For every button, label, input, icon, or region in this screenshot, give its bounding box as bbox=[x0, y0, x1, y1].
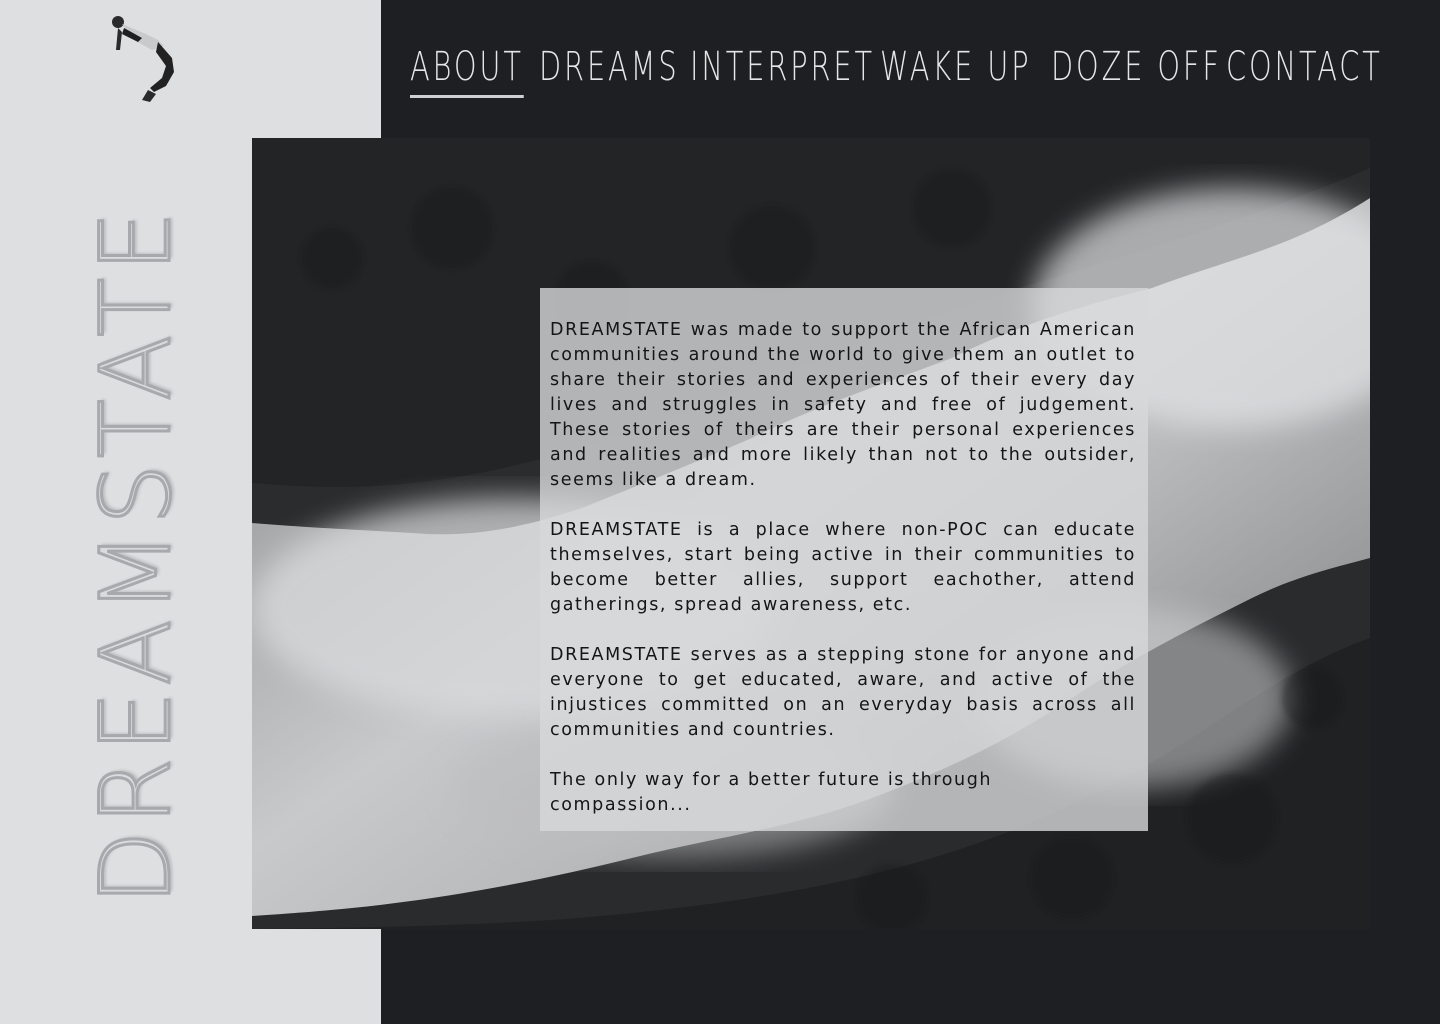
nav-item-dreams[interactable]: DREAMS bbox=[539, 44, 680, 96]
brand-logo-text: DREAMSTATE bbox=[79, 204, 194, 906]
about-closing-line: The only way for a better future is thro… bbox=[550, 770, 993, 815]
nav-item-doze-off[interactable]: DOZE OFF bbox=[1051, 44, 1222, 96]
falling-person-icon bbox=[112, 16, 174, 102]
about-paragraph: DREAMSTATE was made to support the Afric… bbox=[550, 320, 1136, 490]
brand-logo[interactable]: DREAMSTATE bbox=[79, 108, 194, 1002]
about-paragraph: DREAMSTATE is a place where non-POC can … bbox=[550, 520, 1136, 615]
about-text-card: DREAMSTATE was made to support the Afric… bbox=[540, 288, 1148, 831]
nav-item-contact[interactable]: CONTACT bbox=[1226, 44, 1383, 96]
nav-item-wake-up[interactable]: WAKE UP bbox=[880, 44, 1031, 96]
nav-item-interpret[interactable]: INTERPRET bbox=[690, 44, 875, 96]
main-nav: ABOUT DREAMS INTERPRET WAKE UP DOZE OFF … bbox=[381, 0, 1440, 138]
nav-item-about[interactable]: ABOUT bbox=[410, 44, 524, 98]
about-paragraph: DREAMSTATE serves as a stepping stone fo… bbox=[550, 645, 1136, 740]
